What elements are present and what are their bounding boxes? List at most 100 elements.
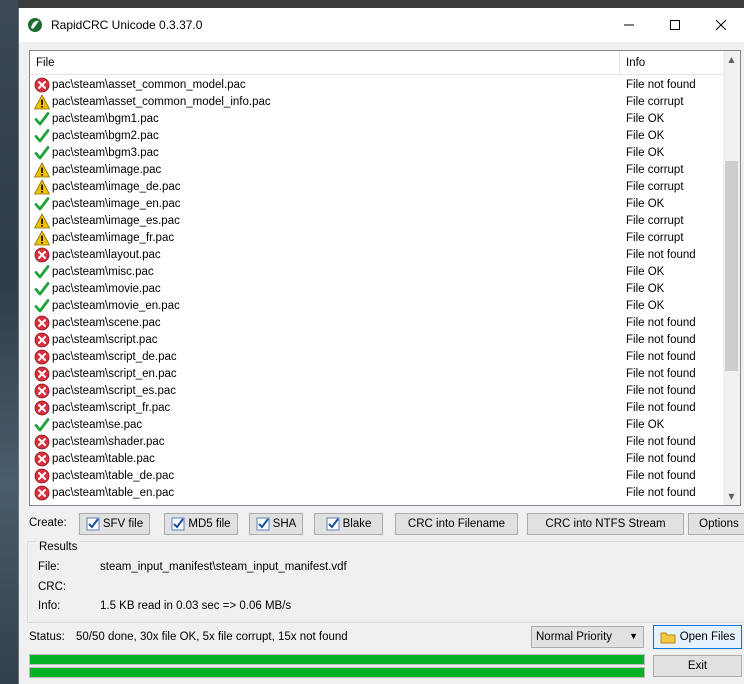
file-cell: pac\steam\table_de.pac bbox=[30, 468, 620, 484]
create-toolbar: Create: SFV file MD5 file SHA Blake CRC … bbox=[27, 511, 744, 535]
warning-icon bbox=[33, 93, 51, 110]
list-scrollbar[interactable]: ▲ ▼ bbox=[723, 51, 740, 505]
file-name: pac\steam\bgm1.pac bbox=[52, 112, 159, 125]
results-title: Results bbox=[37, 541, 80, 553]
table-row[interactable]: pac\steam\image_de.pac File corrupt bbox=[30, 178, 724, 195]
create-blake-button[interactable]: Blake bbox=[314, 513, 383, 535]
table-row[interactable]: pac\steam\table_en.pac File not found bbox=[30, 484, 724, 501]
table-row[interactable]: pac\steam\script_en.pac File not found bbox=[30, 365, 724, 382]
file-cell: pac\steam\image_es.pac bbox=[30, 212, 620, 229]
crc-into-ntfs-button[interactable]: CRC into NTFS Stream bbox=[527, 513, 684, 535]
table-row[interactable]: pac\steam\asset_common_model_info.pac Fil… bbox=[30, 93, 724, 110]
file-name: pac\steam\scene.pac bbox=[52, 316, 161, 329]
crc-into-filename-button[interactable]: CRC into Filename bbox=[395, 513, 518, 535]
column-header-file[interactable]: File bbox=[30, 51, 620, 74]
title-bar[interactable]: RapidCRC Unicode 0.3.37.0 bbox=[19, 8, 744, 42]
file-cell: pac\steam\image_fr.pac bbox=[30, 229, 620, 246]
checklist-icon bbox=[256, 517, 271, 532]
column-header-info[interactable]: Info bbox=[620, 51, 723, 74]
file-name: pac\steam\layout.pac bbox=[52, 248, 161, 261]
file-cell: pac\steam\script_es.pac bbox=[30, 383, 620, 399]
table-row[interactable]: pac\steam\movie.pac File OK bbox=[30, 280, 724, 297]
table-row[interactable]: pac\steam\shader.pac File not found bbox=[30, 433, 724, 450]
minimize-button[interactable] bbox=[606, 8, 652, 42]
file-cell: pac\steam\image_de.pac bbox=[30, 178, 620, 195]
file-cell: pac\steam\table_en.pac bbox=[30, 485, 620, 501]
check-icon bbox=[34, 298, 50, 314]
table-row[interactable]: pac\steam\image_es.pac File corrupt bbox=[30, 212, 724, 229]
maximize-button[interactable] bbox=[652, 8, 698, 42]
error-icon bbox=[34, 349, 50, 365]
file-name: pac\steam\script_de.pac bbox=[52, 350, 177, 363]
scroll-thumb[interactable] bbox=[725, 161, 738, 371]
info-cell: File corrupt bbox=[626, 214, 684, 227]
create-sfv-button[interactable]: SFV file bbox=[79, 513, 150, 535]
create-sfv-label: SFV file bbox=[102, 518, 144, 530]
priority-select[interactable]: Normal Priority ▼ bbox=[531, 626, 644, 648]
table-row[interactable]: pac\steam\table.pac File not found bbox=[30, 450, 724, 467]
info-cell: File OK bbox=[626, 197, 665, 210]
table-row[interactable]: pac\steam\script.pac File not found bbox=[30, 331, 724, 348]
table-row[interactable]: pac\steam\asset_common_model.pac File not… bbox=[30, 76, 724, 93]
file-name: pac\steam\table_en.pac bbox=[52, 486, 175, 499]
table-row[interactable]: pac\steam\image_en.pac File OK bbox=[30, 195, 724, 212]
scroll-up-icon[interactable]: ▲ bbox=[723, 51, 740, 68]
error-icon bbox=[34, 77, 50, 93]
file-cell: pac\steam\movie.pac bbox=[30, 281, 620, 297]
info-cell: File OK bbox=[626, 129, 665, 142]
result-info-label: Info: bbox=[38, 600, 61, 612]
checklist-icon bbox=[326, 517, 341, 532]
warning-icon bbox=[33, 212, 51, 229]
table-row[interactable]: pac\steam\image_fr.pac File corrupt bbox=[30, 229, 724, 246]
table-row[interactable]: pac\steam\bgm1.pac File OK bbox=[30, 110, 724, 127]
info-cell: File not found bbox=[626, 452, 696, 465]
error-icon bbox=[34, 468, 50, 484]
table-row[interactable]: pac\steam\se.pac File OK bbox=[30, 416, 724, 433]
error-icon bbox=[34, 434, 50, 450]
create-md5-button[interactable]: MD5 file bbox=[164, 513, 238, 535]
close-button[interactable] bbox=[698, 8, 744, 42]
file-cell: pac\steam\script_de.pac bbox=[30, 349, 620, 365]
file-name: pac\steam\script.pac bbox=[52, 333, 158, 346]
progress-bar-2 bbox=[29, 667, 645, 678]
minimize-icon bbox=[624, 24, 634, 26]
close-icon bbox=[716, 20, 726, 30]
table-row[interactable]: pac\steam\table_de.pac File not found bbox=[30, 467, 724, 484]
table-row[interactable]: pac\steam\bgm2.pac File OK bbox=[30, 127, 724, 144]
info-cell: File not found bbox=[626, 384, 696, 397]
window-title: RapidCRC Unicode 0.3.37.0 bbox=[51, 18, 203, 32]
table-row[interactable]: pac\steam\script_fr.pac File not found bbox=[30, 399, 724, 416]
file-name: pac\steam\image.pac bbox=[52, 163, 162, 176]
table-row[interactable]: pac\steam\script_es.pac File not found bbox=[30, 382, 724, 399]
table-row[interactable]: pac\steam\movie_en.pac File OK bbox=[30, 297, 724, 314]
file-cell: pac\steam\script_fr.pac bbox=[30, 400, 620, 416]
checklist-icon bbox=[86, 517, 101, 532]
info-cell: File OK bbox=[626, 265, 665, 278]
check-icon bbox=[34, 281, 50, 297]
create-sha-label: SHA bbox=[272, 518, 297, 530]
create-sha-button[interactable]: SHA bbox=[249, 513, 303, 535]
file-cell: pac\steam\scene.pac bbox=[30, 315, 620, 331]
file-list[interactable]: File Info pac\steam\asset_common_model.p… bbox=[29, 50, 741, 506]
maximize-icon bbox=[670, 20, 680, 30]
desktop-top-edge bbox=[0, 0, 744, 8]
open-files-label: Open Files bbox=[679, 631, 736, 643]
open-files-button[interactable]: Open Files bbox=[653, 625, 742, 649]
table-row[interactable]: pac\steam\image.pac File corrupt bbox=[30, 161, 724, 178]
table-row[interactable]: pac\steam\scene.pac File not found bbox=[30, 314, 724, 331]
info-cell: File not found bbox=[626, 435, 696, 448]
file-name: pac\steam\table.pac bbox=[52, 452, 155, 465]
table-row[interactable]: pac\steam\bgm3.pac File OK bbox=[30, 144, 724, 161]
file-name: pac\steam\movie.pac bbox=[52, 282, 161, 295]
table-row[interactable]: pac\steam\misc.pac File OK bbox=[30, 263, 724, 280]
options-button[interactable]: Options bbox=[688, 513, 744, 535]
table-row[interactable]: pac\steam\layout.pac File not found bbox=[30, 246, 724, 263]
scroll-down-icon[interactable]: ▼ bbox=[723, 488, 740, 505]
results-group: Results File: steam_input_manifest\steam… bbox=[27, 541, 744, 623]
check-icon bbox=[34, 128, 50, 144]
progress-bar-1 bbox=[29, 654, 645, 665]
exit-button[interactable]: Exit bbox=[653, 655, 742, 677]
status-label: Status: bbox=[29, 631, 65, 643]
table-row[interactable]: pac\steam\script_de.pac File not found bbox=[30, 348, 724, 365]
file-name: pac\steam\misc.pac bbox=[52, 265, 154, 278]
